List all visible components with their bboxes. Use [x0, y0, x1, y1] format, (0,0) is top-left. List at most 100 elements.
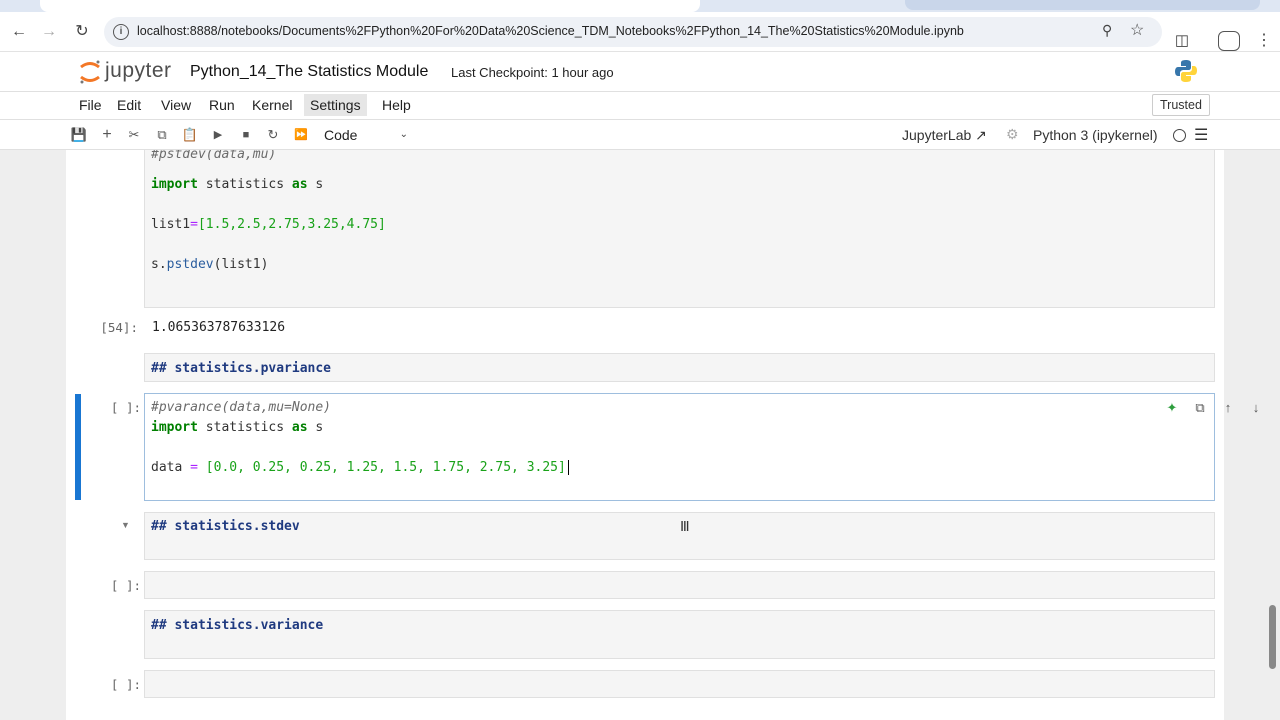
- menu-kernel[interactable]: Kernel: [248, 97, 296, 113]
- code-keyword: import: [151, 177, 198, 192]
- kernel-name[interactable]: Python 3 (ipykernel): [1033, 127, 1158, 143]
- output-prompt: [54]:: [100, 320, 138, 335]
- hamburger-menu-icon[interactable]: ☰: [1194, 125, 1208, 145]
- code-line[interactable]: s.pstdev(list1): [151, 257, 268, 272]
- cut-icon[interactable]: ✂: [125, 126, 143, 144]
- cell-type-value: Code: [324, 127, 358, 143]
- python-logo-icon: [1175, 60, 1197, 82]
- text-cursor: [567, 460, 569, 475]
- back-icon[interactable]: ←: [7, 20, 31, 44]
- code-line[interactable]: import statistics as s: [151, 420, 323, 435]
- duplicate-cell-icon[interactable]: ⧉: [1191, 399, 1209, 417]
- code-number: [1.5,2.5,2.75,3.25,4.75]: [197, 217, 386, 232]
- code-comment: #pstdev(data,mu): [151, 150, 277, 162]
- chevron-down-icon: ⌄: [399, 129, 408, 140]
- paste-icon[interactable]: 📋: [181, 126, 199, 144]
- code-text: s.: [151, 257, 167, 272]
- code-operator: =: [190, 217, 198, 232]
- markdown-cell[interactable]: ## statistics.pvariance: [144, 353, 1215, 382]
- menu-run[interactable]: Run: [205, 97, 239, 113]
- jupyter-logo-icon[interactable]: [78, 58, 102, 86]
- menu-view[interactable]: View: [157, 97, 195, 113]
- code-line[interactable]: #pvarance(data,mu=None): [151, 400, 331, 415]
- extensions-icon[interactable]: ◫: [1172, 31, 1192, 51]
- notebook-area[interactable]: #pstdev(data,mu) import statistics as s …: [0, 150, 1280, 720]
- code-line[interactable]: #pstdev(data,mu): [151, 150, 276, 162]
- code-text: list1: [151, 217, 191, 232]
- code-cell[interactable]: #pstdev(data,mu) import statistics as s …: [144, 150, 1215, 308]
- cell-prompt: [ ]:: [110, 578, 141, 593]
- jupyterlab-link-label: JupyterLab: [902, 127, 972, 143]
- output-text: 1.065363787633126: [152, 320, 286, 335]
- kernel-settings-icon[interactable]: ⚙: [1006, 126, 1019, 143]
- reload-icon[interactable]: ↻: [70, 20, 94, 44]
- jupyter-logo-text[interactable]: jupyter: [105, 59, 172, 83]
- code-text: (list1): [213, 257, 269, 272]
- markdown-cell[interactable]: ## statistics.variance: [144, 610, 1215, 659]
- url-text[interactable]: localhost:8888/notebooks/Documents%2FPyt…: [137, 24, 964, 38]
- notebook-toolbar: 💾 + ✂ ⧉ 📋 ▶ ■ ↻ ⏩ Code ⌄ JupyterLab ↗ ⚙ …: [0, 120, 1280, 150]
- run-icon[interactable]: ▶: [209, 126, 227, 144]
- bookmark-star-icon[interactable]: ☆: [1130, 20, 1144, 40]
- restart-icon[interactable]: ↻: [264, 126, 282, 144]
- stop-icon[interactable]: ■: [237, 126, 255, 144]
- cell-type-select[interactable]: Code ⌄: [318, 124, 414, 146]
- move-down-icon[interactable]: ↓: [1247, 399, 1265, 417]
- forward-icon[interactable]: →: [37, 20, 61, 44]
- browser-tab[interactable]: [905, 0, 1260, 10]
- browser-tabstrip: [0, 0, 1280, 12]
- markdown-heading: ## statistics.stdev: [151, 519, 300, 534]
- code-operator: =: [190, 460, 198, 475]
- move-up-icon[interactable]: ↑: [1219, 399, 1237, 417]
- code-text: statistics: [197, 420, 292, 435]
- notebook-page: #pstdev(data,mu) import statistics as s …: [66, 150, 1259, 720]
- code-number: [0.0, 0.25, 0.25, 1.25, 1.5, 1.75, 2.75,…: [197, 460, 566, 475]
- url-bar[interactable]: i localhost:8888/notebooks/Documents%2FP…: [104, 17, 1162, 47]
- code-function: pstdev: [166, 257, 214, 272]
- menu-help[interactable]: Help: [378, 97, 415, 113]
- browser-tab-active[interactable]: [40, 0, 700, 12]
- code-line[interactable]: list1=[1.5,2.5,2.75,3.25,4.75]: [151, 217, 386, 232]
- cell-prompt: [ ]:: [110, 677, 141, 692]
- markdown-heading: ## statistics.variance: [151, 618, 324, 633]
- zoom-icon[interactable]: ⚲: [1102, 22, 1112, 39]
- active-cell-indicator: [75, 394, 81, 500]
- menu-file[interactable]: File: [75, 97, 106, 113]
- sparkle-icon[interactable]: ✦: [1163, 399, 1181, 417]
- code-text: statistics: [197, 177, 292, 192]
- add-cell-icon[interactable]: +: [98, 126, 116, 144]
- profile-icon[interactable]: [1218, 31, 1240, 51]
- markdown-heading: ## statistics.pvariance: [151, 361, 332, 376]
- code-cell[interactable]: [ ]:: [111, 670, 1215, 698]
- code-cell[interactable]: [ ]:: [111, 571, 1215, 599]
- code-line[interactable]: import statistics as s: [151, 177, 323, 192]
- active-code-cell[interactable]: [ ]: #pvarance(data,mu=None) import stat…: [111, 393, 1259, 501]
- mouse-cursor-icon: Ⅲ: [680, 518, 690, 534]
- copy-icon[interactable]: ⧉: [153, 126, 171, 144]
- trusted-indicator[interactable]: Trusted: [1152, 94, 1210, 116]
- fast-forward-icon[interactable]: ⏩: [292, 126, 310, 144]
- collapse-heading-icon[interactable]: ▼: [121, 520, 130, 530]
- jupyter-header: jupyter Python_14_The Statistics Module …: [0, 52, 1280, 92]
- scrollbar[interactable]: [1269, 605, 1276, 669]
- notebook-title[interactable]: Python_14_The Statistics Module: [190, 63, 428, 81]
- checkpoint-status: Last Checkpoint: 1 hour ago: [451, 65, 614, 80]
- insert-above-icon[interactable]: ⤓: [1275, 399, 1280, 417]
- code-text: data: [151, 460, 191, 475]
- browser-menu-icon[interactable]: ⋮: [1256, 30, 1272, 50]
- code-keyword: as: [291, 177, 308, 192]
- code-text: s: [307, 420, 324, 435]
- menu-settings[interactable]: Settings: [304, 94, 367, 116]
- menu-edit[interactable]: Edit: [113, 97, 145, 113]
- kernel-status-icon: [1173, 129, 1186, 142]
- jupyterlab-link[interactable]: JupyterLab ↗: [902, 127, 987, 144]
- external-link-icon: ↗: [975, 127, 987, 143]
- code-comment: #pvarance(data,mu=None): [151, 400, 332, 415]
- site-info-icon[interactable]: i: [113, 24, 129, 40]
- code-line[interactable]: data = [0.0, 0.25, 0.25, 1.25, 1.5, 1.75…: [151, 460, 569, 475]
- code-keyword: import: [151, 420, 198, 435]
- save-icon[interactable]: 💾: [70, 126, 88, 144]
- browser-toolbar: ← → ↻ i localhost:8888/notebooks/Documen…: [0, 12, 1280, 52]
- code-keyword: as: [291, 420, 308, 435]
- code-text: s: [307, 177, 324, 192]
